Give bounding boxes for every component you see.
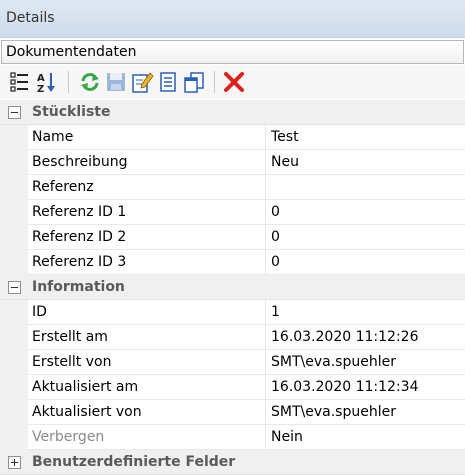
copy-document-icon [184, 72, 204, 93]
property-row[interactable]: Aktualisiert von SMT\eva.spuehler [0, 400, 465, 425]
categorized-icon [10, 72, 28, 92]
view-selector-dropdown[interactable]: Dokumentendaten [1, 40, 464, 64]
property-name: Erstellt am [32, 329, 108, 345]
refresh-button[interactable] [78, 70, 102, 94]
svg-text:Z: Z [37, 84, 44, 94]
save-icon [107, 73, 125, 91]
property-row[interactable]: Beschreibung Neu [0, 150, 465, 175]
property-value[interactable]: SMT\eva.spuehler [271, 404, 396, 420]
property-value[interactable]: 0 [271, 229, 280, 245]
delete-button[interactable] [222, 70, 246, 94]
property-value[interactable]: 0 [271, 204, 280, 220]
property-value[interactable]: 1 [271, 304, 280, 320]
property-value[interactable]: SMT\eva.spuehler [271, 354, 396, 370]
property-value[interactable]: Test [271, 129, 299, 145]
property-name: Erstellt von [32, 354, 112, 370]
property-name: Verbergen [32, 429, 105, 445]
category-information: Information [0, 275, 465, 300]
collapse-toggle[interactable] [8, 281, 21, 294]
alphabetical-sort-button[interactable]: A Z [34, 70, 58, 95]
property-name: ID [32, 304, 47, 320]
property-row[interactable]: Referenz [0, 175, 465, 200]
toolbar: A Z [0, 65, 465, 99]
sort-az-icon: A Z [37, 73, 55, 95]
edit-button[interactable] [130, 70, 154, 94]
property-row[interactable]: Referenz ID 3 0 [0, 250, 465, 275]
property-row[interactable]: Name Test [0, 125, 465, 150]
property-grid: Stückliste Name Test Beschreibung Neu Re… [0, 100, 465, 475]
refresh-icon [81, 73, 99, 91]
property-value[interactable]: Neu [271, 154, 299, 170]
property-value[interactable]: 16.03.2020 11:12:34 [271, 379, 419, 395]
property-row[interactable]: Erstellt von SMT\eva.spuehler [0, 350, 465, 375]
expand-toggle[interactable] [8, 456, 21, 469]
property-name: Referenz [32, 179, 94, 195]
categorized-view-button[interactable] [8, 70, 32, 94]
document-icon [160, 72, 176, 92]
category-benutzerdefinierte-felder: Benutzerdefinierte Felder [0, 450, 465, 475]
category-label: Information [32, 279, 125, 295]
property-name: Referenz ID 2 [32, 229, 127, 245]
panel-title: Details [6, 10, 55, 26]
property-name: Referenz ID 3 [32, 254, 127, 270]
svg-text:A: A [37, 73, 45, 84]
property-value[interactable]: Nein [271, 429, 303, 445]
property-value[interactable]: 16.03.2020 11:12:26 [271, 329, 419, 345]
collapse-toggle[interactable] [8, 106, 21, 119]
property-value[interactable]: 0 [271, 254, 280, 270]
property-name: Aktualisiert am [32, 379, 139, 395]
property-name: Referenz ID 1 [32, 204, 127, 220]
category-label: Benutzerdefinierte Felder [32, 454, 236, 470]
property-row[interactable]: Verbergen Nein [0, 425, 465, 450]
view-selector-value: Dokumentendaten [6, 44, 137, 60]
property-row[interactable]: Erstellt am 16.03.2020 11:12:26 [0, 325, 465, 350]
panel-title-bar: Details [0, 0, 465, 38]
property-row[interactable]: Referenz ID 1 0 [0, 200, 465, 225]
delete-icon [224, 72, 244, 92]
property-row[interactable]: Aktualisiert am 16.03.2020 11:12:34 [0, 375, 465, 400]
property-name: Aktualisiert von [32, 404, 142, 420]
category-stueckliste: Stückliste [0, 100, 465, 125]
save-button[interactable] [104, 70, 128, 94]
property-row[interactable]: ID 1 [0, 300, 465, 325]
copy-document-button[interactable] [182, 70, 206, 94]
property-name: Beschreibung [32, 154, 128, 170]
property-name: Name [32, 129, 74, 145]
document-button[interactable] [156, 70, 180, 94]
property-row[interactable]: Referenz ID 2 0 [0, 225, 465, 250]
edit-icon [132, 72, 154, 93]
category-label: Stückliste [32, 104, 111, 120]
